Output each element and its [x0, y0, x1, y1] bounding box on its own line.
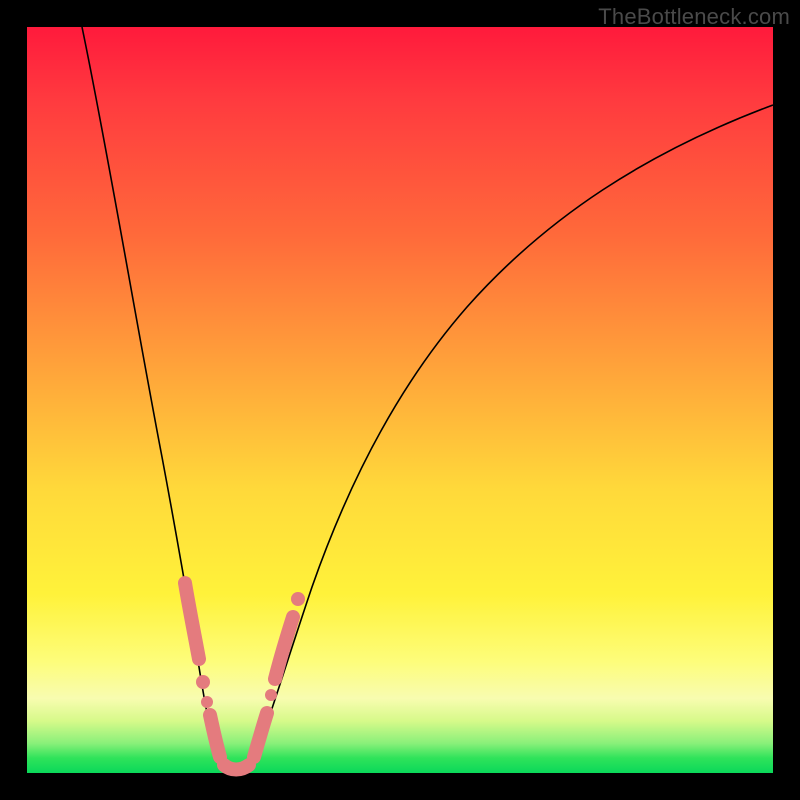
plot-area: [27, 27, 773, 773]
curve-right-branch: [253, 105, 773, 763]
watermark-text: TheBottleneck.com: [598, 4, 790, 30]
bottleneck-curve: [27, 27, 773, 773]
chart-frame: TheBottleneck.com: [0, 0, 800, 800]
bead-cluster: [185, 583, 305, 770]
